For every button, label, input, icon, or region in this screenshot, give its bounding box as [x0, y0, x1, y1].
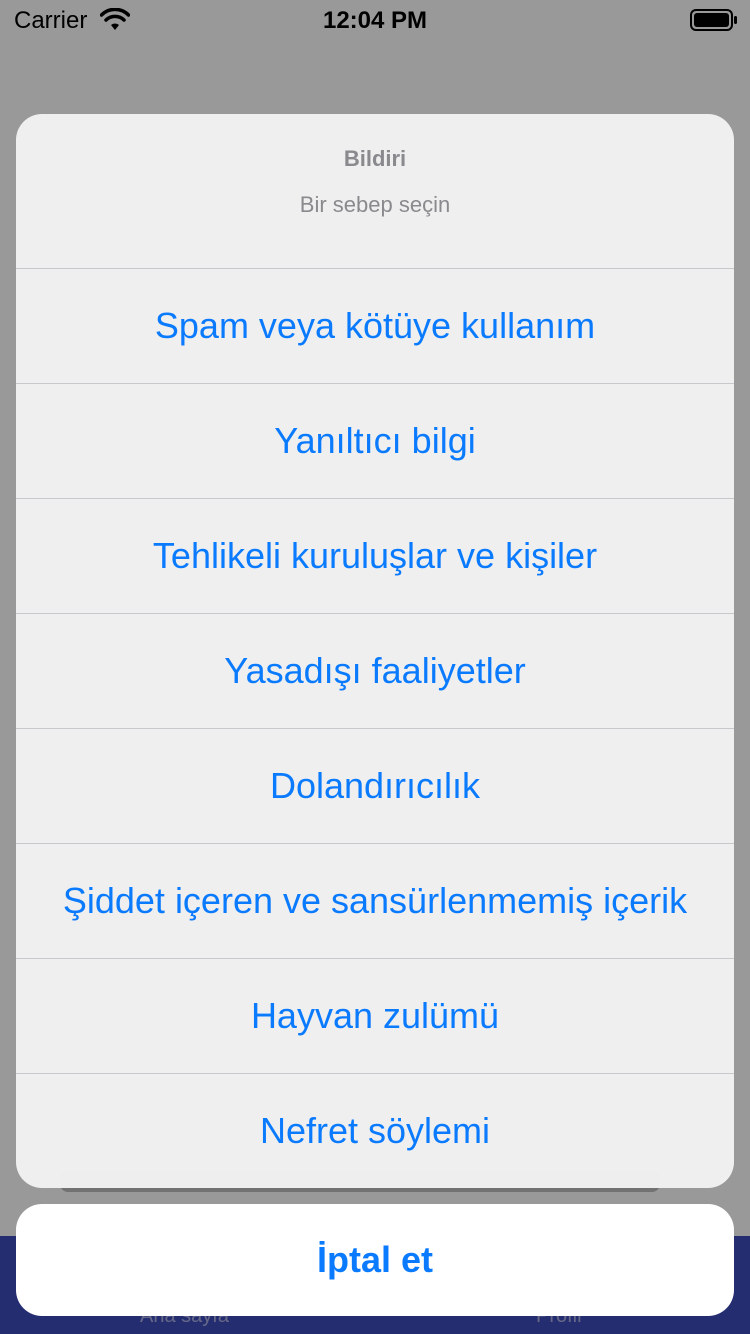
cancel-button[interactable]: İptal et	[16, 1204, 734, 1316]
battery-icon	[690, 9, 738, 36]
option-hate-speech[interactable]: Nefret söylemi	[16, 1074, 734, 1188]
sheet-header: Bildiri Bir sebep seçin	[16, 114, 734, 269]
option-misleading-info[interactable]: Yanıltıcı bilgi	[16, 384, 734, 499]
status-bar: Carrier 12:04 PM	[0, 0, 750, 40]
option-illegal-activities[interactable]: Yasadışı faaliyetler	[16, 614, 734, 729]
option-violent-content[interactable]: Şiddet içeren ve sansürlenmemiş içerik	[16, 844, 734, 959]
report-action-sheet: Bildiri Bir sebep seçin Spam veya kötüye…	[16, 114, 734, 1188]
status-time: 12:04 PM	[322, 7, 428, 34]
option-spam[interactable]: Spam veya kötüye kullanım	[16, 269, 734, 384]
sheet-title: Bildiri	[343, 146, 407, 171]
option-dangerous-organizations[interactable]: Tehlikeli kuruluşlar ve kişiler	[16, 499, 734, 614]
option-animal-cruelty[interactable]: Hayvan zulümü	[16, 959, 734, 1074]
option-fraud[interactable]: Dolandırıcılık	[16, 729, 734, 844]
sheet-message: Bir sebep seçin	[299, 192, 451, 217]
